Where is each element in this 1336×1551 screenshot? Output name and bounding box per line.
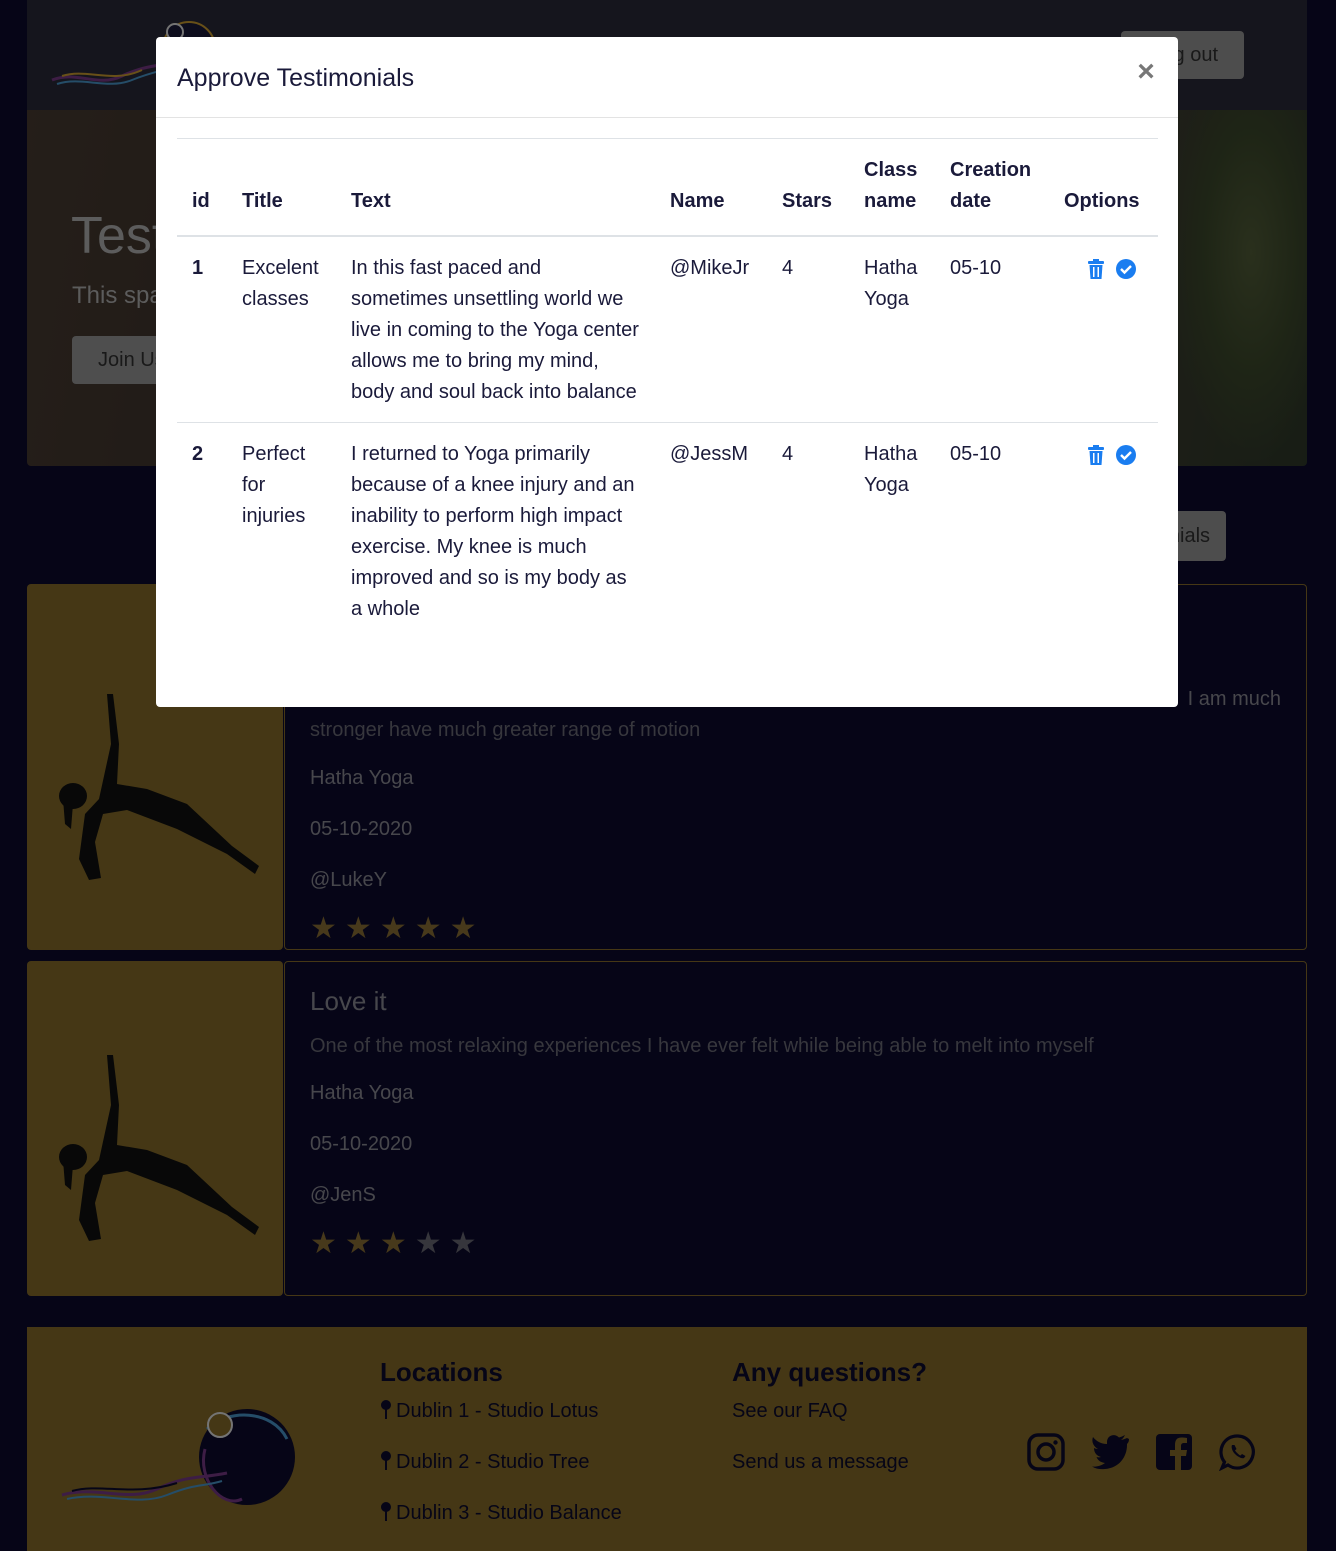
column-header-title: Title (242, 190, 283, 212)
close-icon[interactable]: × (1134, 57, 1158, 87)
column-header-text: Text (351, 190, 391, 212)
cell-class-name: Hatha Yoga (864, 443, 918, 496)
approve-check-icon[interactable] (1116, 445, 1136, 465)
trash-icon[interactable] (1086, 259, 1106, 279)
cell-creation-date: 05-10 (950, 443, 1002, 465)
cell-name: @MikeJr (670, 257, 750, 279)
approve-testimonials-modal: Approve Testimonials × id Title Text Nam… (156, 37, 1178, 707)
modal-title: Approve Testimonials (177, 64, 415, 92)
column-header-class-name: Class name (864, 159, 918, 212)
cell-class-name: Hatha Yoga (864, 257, 918, 310)
cell-name: @JessM (670, 443, 749, 465)
cell-text: I returned to Yoga primarily because of … (351, 443, 635, 620)
modal-header: Approve Testimonials × (156, 37, 1178, 118)
cell-creation-date: 05-10 (950, 257, 1002, 279)
page: Log out Testimonials This space Join Us … (0, 0, 1336, 1551)
testimonials-table: id Title Text Name Stars Class name Crea… (177, 138, 1158, 639)
cell-id: 2 (192, 443, 204, 465)
table-header-row: id Title Text Name Stars Class name Crea… (177, 138, 1158, 236)
cell-stars: 4 (782, 443, 794, 465)
cell-text: In this fast paced and sometimes unsettl… (351, 257, 639, 403)
table-row: 1 Excelent classes In this fast paced an… (177, 236, 1158, 423)
cell-options (1049, 423, 1158, 640)
column-header-creation-date: Creation date (950, 159, 1032, 212)
cell-options (1049, 236, 1158, 423)
modal-body: id Title Text Name Stars Class name Crea… (177, 138, 1158, 639)
trash-icon[interactable] (1086, 445, 1106, 465)
cell-title: Perfect for injuries (242, 443, 306, 527)
cell-id: 1 (192, 257, 204, 279)
column-header-options: Options (1064, 190, 1140, 212)
column-header-stars: Stars (782, 190, 833, 212)
cell-title: Excelent classes (242, 257, 319, 310)
cell-stars: 4 (782, 257, 794, 279)
table-row: 2 Perfect for injuries I returned to Yog… (177, 422, 1158, 640)
column-header-id: id (192, 190, 210, 212)
approve-check-icon[interactable] (1116, 259, 1136, 279)
column-header-name: Name (670, 190, 725, 212)
